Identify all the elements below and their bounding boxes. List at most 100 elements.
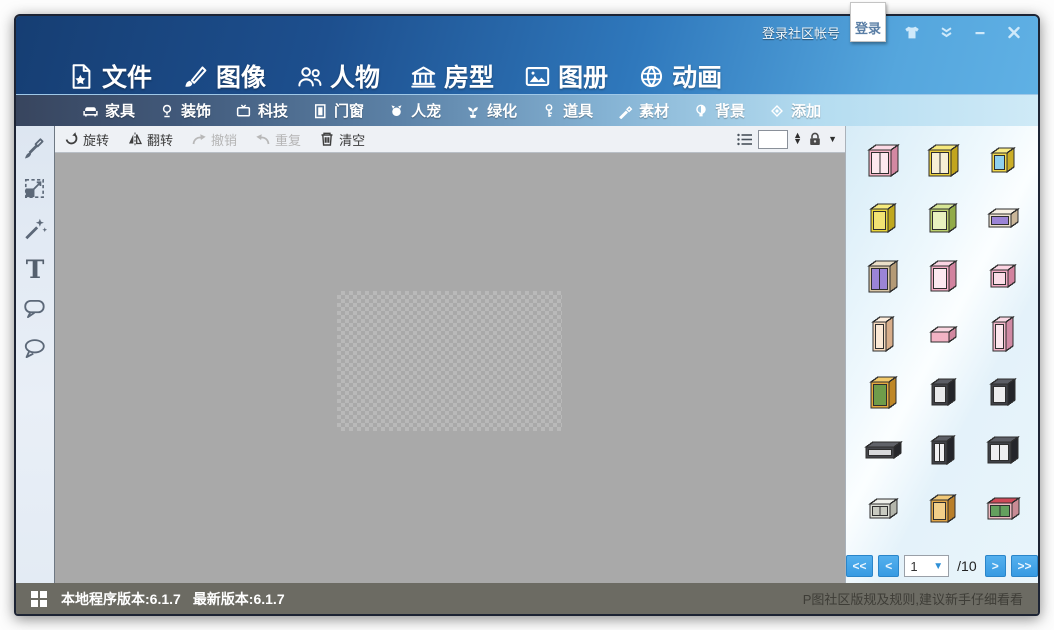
page-select-value: 1 — [910, 559, 929, 574]
page-select[interactable]: 1 ▼ — [904, 555, 949, 577]
lock-icon[interactable] — [807, 131, 823, 147]
scale-input[interactable] — [758, 130, 788, 149]
skin-icon[interactable] — [902, 23, 922, 41]
furniture-item-yellow-wardrobe[interactable] — [913, 131, 973, 189]
latest-version-text: 最新版本:6.1.7 — [193, 589, 285, 609]
furniture-item-black-tv-stand[interactable] — [853, 421, 913, 479]
furniture-item-black-double-wardrobe[interactable] — [973, 421, 1033, 479]
step-down-icon[interactable]: ▼ — [793, 139, 802, 145]
status-left: 本地程序版本:6.1.7 最新版本:6.1.7 — [31, 589, 285, 609]
menu-item-label: 文件 — [102, 58, 152, 94]
rotate-label: 旋转 — [83, 130, 109, 149]
text-tool-glyph: T — [26, 257, 45, 282]
clear-button[interactable]: 清空 — [319, 130, 365, 149]
category-furniture[interactable]: 家具 — [82, 100, 135, 121]
item-panel: << < 1 ▼ /10 > >> — [845, 126, 1038, 583]
community-notice-link[interactable]: P图社区版规及规则,建议新手仔细看看 — [803, 589, 1023, 608]
furniture-item-frog-cabinet[interactable] — [913, 189, 973, 247]
furniture-item-wooden-dresser[interactable] — [913, 479, 973, 537]
redo-button[interactable]: 重复 — [255, 130, 301, 149]
paint-tool[interactable] — [18, 130, 52, 168]
category-label: 人宠 — [411, 100, 441, 121]
furniture-item-pink-bench[interactable] — [913, 305, 973, 363]
speech-bubble-tool[interactable] — [18, 290, 52, 328]
furniture-item-yellow-dresser[interactable] — [853, 189, 913, 247]
oval-bubble-tool[interactable] — [18, 330, 52, 368]
category-label: 门窗 — [334, 100, 364, 121]
material-icon — [617, 103, 633, 119]
prev-page-button[interactable]: < — [878, 555, 899, 577]
furniture-item-pink-bookcase[interactable] — [853, 131, 913, 189]
furniture-item-pink-tall-wardrobe[interactable] — [973, 305, 1033, 363]
category-people-pets[interactable]: 人宠 — [388, 100, 441, 121]
undo-label: 撤销 — [211, 130, 237, 149]
category-greenery[interactable]: 绿化 — [465, 100, 517, 121]
category-decoration[interactable]: 装饰 — [159, 100, 211, 121]
furniture-item-peach-bookshelf[interactable] — [853, 305, 913, 363]
first-page-button[interactable]: << — [846, 555, 873, 577]
minimize-icon[interactable] — [970, 23, 990, 41]
brush-icon — [182, 63, 209, 90]
login-hint-text[interactable]: 登录社区帐号 — [762, 23, 840, 42]
category-doors-windows[interactable]: 门窗 — [312, 100, 364, 121]
menu-item-file[interactable]: 文件 — [68, 58, 152, 94]
menu-item-album[interactable]: 图册 — [524, 58, 608, 94]
furniture-item-gray-cabinet[interactable] — [853, 479, 913, 537]
page-select-caret-icon: ▼ — [933, 561, 943, 572]
category-add[interactable]: 添加 — [769, 100, 821, 121]
furniture-item-yellow-mirror-cabinet[interactable] — [973, 131, 1033, 189]
window-controls — [902, 23, 1024, 41]
tool-sidebar: T — [16, 126, 55, 583]
category-label: 绿化 — [487, 100, 517, 121]
prop-icon — [541, 103, 557, 119]
close-icon[interactable] — [1004, 23, 1024, 41]
furniture-item-pink-vanity[interactable] — [913, 247, 973, 305]
furniture-item-black-shelf-cabinet[interactable] — [973, 363, 1033, 421]
furniture-item-red-green-bookcase[interactable] — [973, 479, 1033, 537]
next-page-button[interactable]: > — [985, 555, 1006, 577]
canvas[interactable] — [55, 153, 845, 583]
stepper-arrows[interactable]: ▲▼ — [793, 133, 802, 144]
list-icon[interactable] — [736, 132, 753, 147]
category-label: 装饰 — [181, 100, 211, 121]
menu-item-image[interactable]: 图像 — [182, 58, 266, 94]
menu-item-label: 动画 — [672, 58, 722, 94]
transform-tool[interactable] — [18, 170, 52, 208]
globe-icon — [638, 63, 665, 90]
magic-wand-tool[interactable] — [18, 210, 52, 248]
door-icon — [312, 103, 328, 119]
building-icon — [410, 63, 437, 90]
furniture-item-black-wardrobe[interactable] — [913, 421, 973, 479]
rotate-button[interactable]: 旋转 — [63, 130, 109, 149]
transparent-artboard[interactable] — [337, 291, 562, 431]
sofa-icon — [82, 103, 99, 119]
category-label: 背景 — [715, 100, 745, 121]
furniture-item-black-drawer-cabinet[interactable] — [913, 363, 973, 421]
collapse-icon[interactable] — [936, 23, 956, 41]
flip-button[interactable]: 翻转 — [127, 130, 173, 149]
category-technology[interactable]: 科技 — [235, 100, 288, 121]
category-materials[interactable]: 素材 — [617, 100, 669, 121]
category-props[interactable]: 道具 — [541, 100, 593, 121]
menu-item-label: 房型 — [444, 58, 494, 94]
category-bar: 家具 装饰 科技 门窗 — [16, 94, 1038, 126]
category-background[interactable]: 背景 — [693, 100, 745, 121]
grid-squares-icon — [31, 591, 47, 607]
furniture-grid — [853, 131, 1033, 537]
menu-item-label: 图像 — [216, 58, 266, 94]
menu-item-room[interactable]: 房型 — [410, 58, 494, 94]
status-bar: 本地程序版本:6.1.7 最新版本:6.1.7 P图社区版规及规则,建议新手仔细… — [16, 583, 1038, 614]
menu-item-people[interactable]: 人物 — [296, 58, 380, 94]
furniture-item-striped-wardrobe[interactable] — [853, 247, 913, 305]
login-button[interactable]: 登录 — [850, 2, 886, 42]
undo-button[interactable]: 撤销 — [191, 130, 237, 149]
furniture-item-pink-nightstand[interactable] — [973, 247, 1033, 305]
furniture-item-green-bookshelf[interactable] — [853, 363, 913, 421]
furniture-item-purple-nightstand[interactable] — [973, 189, 1033, 247]
plant-icon — [465, 103, 481, 119]
chevron-down-icon[interactable]: ▼ — [828, 134, 837, 144]
canvas-toolbar: 旋转 翻转 — [55, 126, 845, 153]
last-page-button[interactable]: >> — [1011, 555, 1038, 577]
text-tool[interactable]: T — [18, 250, 52, 288]
menu-item-animation[interactable]: 动画 — [638, 58, 722, 94]
